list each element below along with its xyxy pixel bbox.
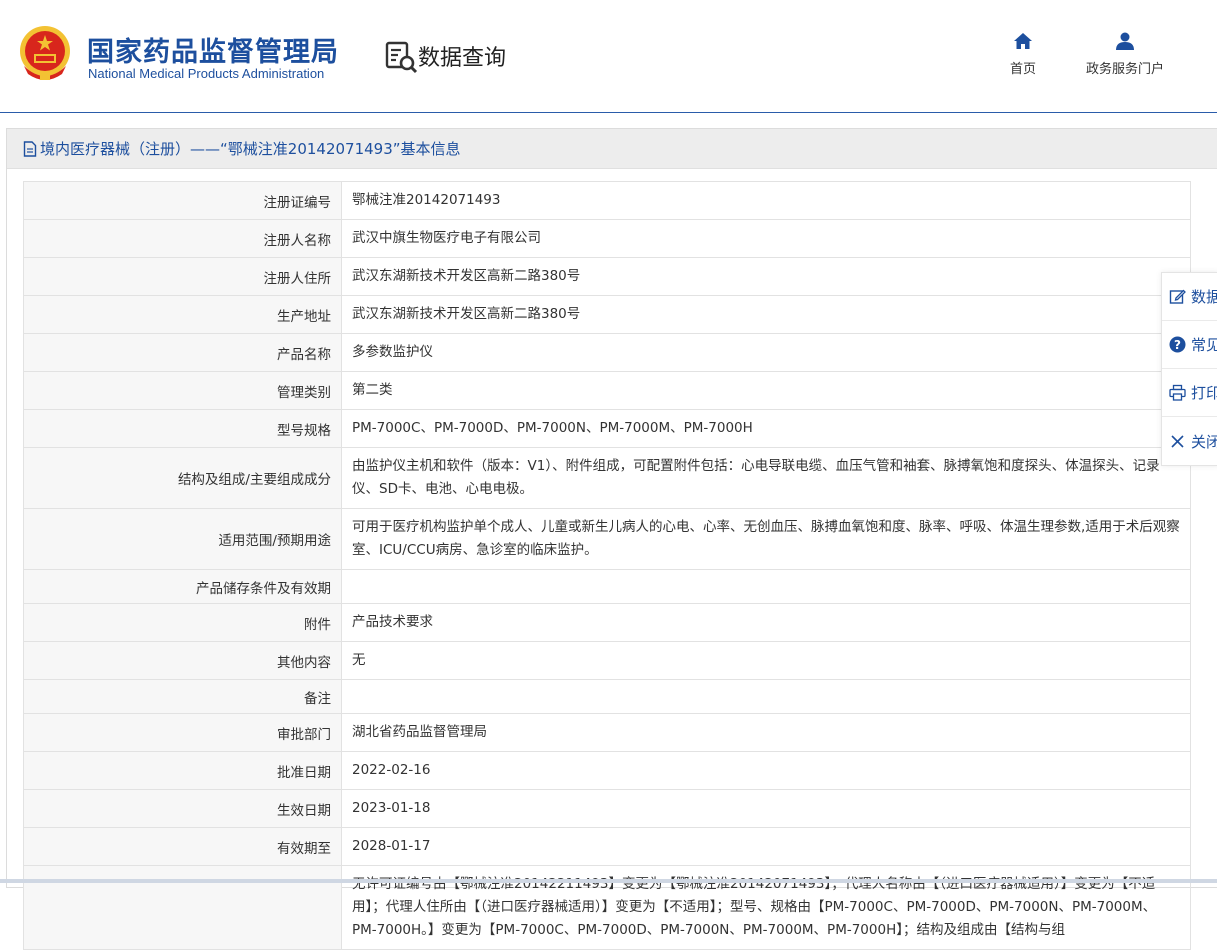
field-label: 生产地址 — [23, 295, 342, 334]
field-value: 第二类 — [341, 371, 1191, 410]
side-menu-label: 关闭 — [1191, 432, 1217, 451]
field-label: 产品名称 — [23, 333, 342, 372]
help-circle-icon: ? — [1169, 336, 1186, 353]
field-value: 2022-02-16 — [341, 751, 1191, 790]
floating-side-menu: 数据 ? 常见 打印 关闭 — [1161, 272, 1217, 466]
side-menu-label: 数据 — [1191, 288, 1217, 306]
field-value: 武汉中旗生物医疗电子有限公司 — [341, 219, 1191, 258]
field-value: 可用于医疗机构监护单个成人、儿童或新生儿病人的心电、心率、无创血压、脉搏血氧饱和… — [341, 508, 1191, 570]
side-menu-label: 常见 — [1191, 336, 1217, 354]
info-row: 批准日期 2022-02-16 — [23, 751, 1191, 790]
info-row: 注册证编号 鄂械注准20142071493 — [23, 181, 1191, 220]
side-menu-item-close[interactable]: 关闭 — [1162, 417, 1217, 465]
field-label: 其他内容 — [23, 641, 342, 680]
info-row: 注册人名称 武汉中旗生物医疗电子有限公司 — [23, 219, 1191, 258]
field-label: 注册人住所 — [23, 257, 342, 296]
nav-portal-link[interactable]: 政务服务门户 — [1075, 32, 1175, 77]
field-label: 管理类别 — [23, 371, 342, 410]
field-label: 适用范围/预期用途 — [23, 508, 342, 570]
nav-home-label: 首页 — [1009, 62, 1036, 77]
page-title: 数据查询 — [418, 46, 507, 71]
info-row: 管理类别 第二类 — [23, 371, 1191, 410]
close-icon — [1171, 434, 1184, 448]
field-label: 备注 — [23, 679, 342, 714]
field-label: 有效期至 — [23, 827, 342, 866]
field-label: 注册人名称 — [23, 219, 342, 258]
field-value — [341, 569, 1191, 604]
site-title-cn: 国家药品监督管理局 — [87, 37, 339, 68]
info-row: 生效日期 2023-01-18 — [23, 789, 1191, 828]
national-emblem-icon — [20, 26, 70, 80]
home-icon — [1014, 33, 1032, 49]
field-value: 2028-01-17 — [341, 827, 1191, 866]
info-row: 型号规格 PM-7000C、PM-7000D、PM-7000N、PM-7000M、… — [23, 409, 1191, 448]
panel-header: 境内医疗器械（注册）——“鄂械注准20142071493”基本信息 — [7, 129, 1217, 169]
window-bottom-border — [0, 879, 1217, 883]
field-value: 由监护仪主机和软件（版本：V1）、附件组成，可配置附件包括：心电导联电缆、血压气… — [341, 447, 1191, 509]
field-label: 型号规格 — [23, 409, 342, 448]
data-query-icon — [385, 41, 418, 74]
info-row: 审批部门 湖北省药品监督管理局 — [23, 713, 1191, 752]
nav-portal-label: 政务服务门户 — [1085, 62, 1164, 77]
field-value: PM-7000C、PM-7000D、PM-7000N、PM-7000M、PM-7… — [341, 409, 1191, 448]
info-row: 其他内容无 — [23, 641, 1191, 680]
detail-panel: 境内医疗器械（注册）——“鄂械注准20142071493”基本信息 注册证编号鄂… — [6, 128, 1217, 950]
info-row: 结构及组成/主要组成成分 由监护仪主机和软件（版本：V1）、附件组成，可配置附件包… — [23, 447, 1191, 509]
field-value: 多参数监护仪 — [341, 333, 1191, 372]
field-label: 产品储存条件及有效期 — [23, 569, 342, 604]
info-row: 附件 产品技术要求 — [23, 603, 1191, 642]
nav-home-link[interactable]: 首页 — [1000, 32, 1046, 77]
field-label: 结构及组成/主要组成成分 — [23, 447, 342, 509]
site-header: 国家药品监督管理局 National Medical Products Admi… — [0, 0, 1217, 113]
info-row: 有效期至 2028-01-17 — [23, 827, 1191, 866]
field-value: 无 — [341, 641, 1191, 680]
info-table: 注册证编号 鄂械注准20142071493 注册人名称 武汉中旗生物医疗电子有限公司注… — [23, 181, 1191, 950]
field-value: 鄂械注准20142071493 — [341, 181, 1191, 220]
field-value: 产品技术要求 — [341, 603, 1191, 642]
field-value: 2023-01-18 — [341, 789, 1191, 828]
side-menu-item-data[interactable]: 数据 — [1162, 273, 1217, 321]
printer-icon — [1169, 384, 1186, 401]
document-icon — [23, 140, 37, 157]
field-label: 注册证编号 — [23, 181, 342, 220]
info-row: 注册人住所 武汉东湖新技术开发区高新二路380号 — [23, 257, 1191, 296]
side-menu-label: 打印 — [1191, 384, 1217, 402]
side-menu-item-faq[interactable]: ? 常见 — [1162, 321, 1217, 369]
field-value: 武汉东湖新技术开发区高新二路380号 — [341, 257, 1191, 296]
info-row: 产品名称 多参数监护仪 — [23, 333, 1191, 372]
field-label: 附件 — [23, 603, 342, 642]
info-row: 适用范围/预期用途 可用于医疗机构监护单个成人、儿童或新生儿病人的心电、心率、无创… — [23, 508, 1191, 570]
user-icon — [1116, 32, 1134, 50]
field-label: 审批部门 — [23, 713, 342, 752]
info-row: 备注 — [23, 679, 1191, 714]
side-menu-item-print[interactable]: 打印 — [1162, 369, 1217, 417]
field-value — [341, 679, 1191, 714]
info-row: 生产地址 武汉东湖新技术开发区高新二路380号 — [23, 295, 1191, 334]
field-value: 武汉东湖新技术开发区高新二路380号 — [341, 295, 1191, 334]
svg-text:?: ? — [1174, 338, 1181, 352]
site-title-en: National Medical Products Administration — [88, 66, 325, 81]
field-value: 湖北省药品监督管理局 — [341, 713, 1191, 752]
info-row: 产品储存条件及有效期 — [23, 569, 1191, 604]
edit-icon — [1169, 289, 1186, 304]
panel-title: 境内医疗器械（注册）——“鄂械注准20142071493”基本信息 — [40, 140, 461, 158]
field-label: 批准日期 — [23, 751, 342, 790]
field-label: 生效日期 — [23, 789, 342, 828]
